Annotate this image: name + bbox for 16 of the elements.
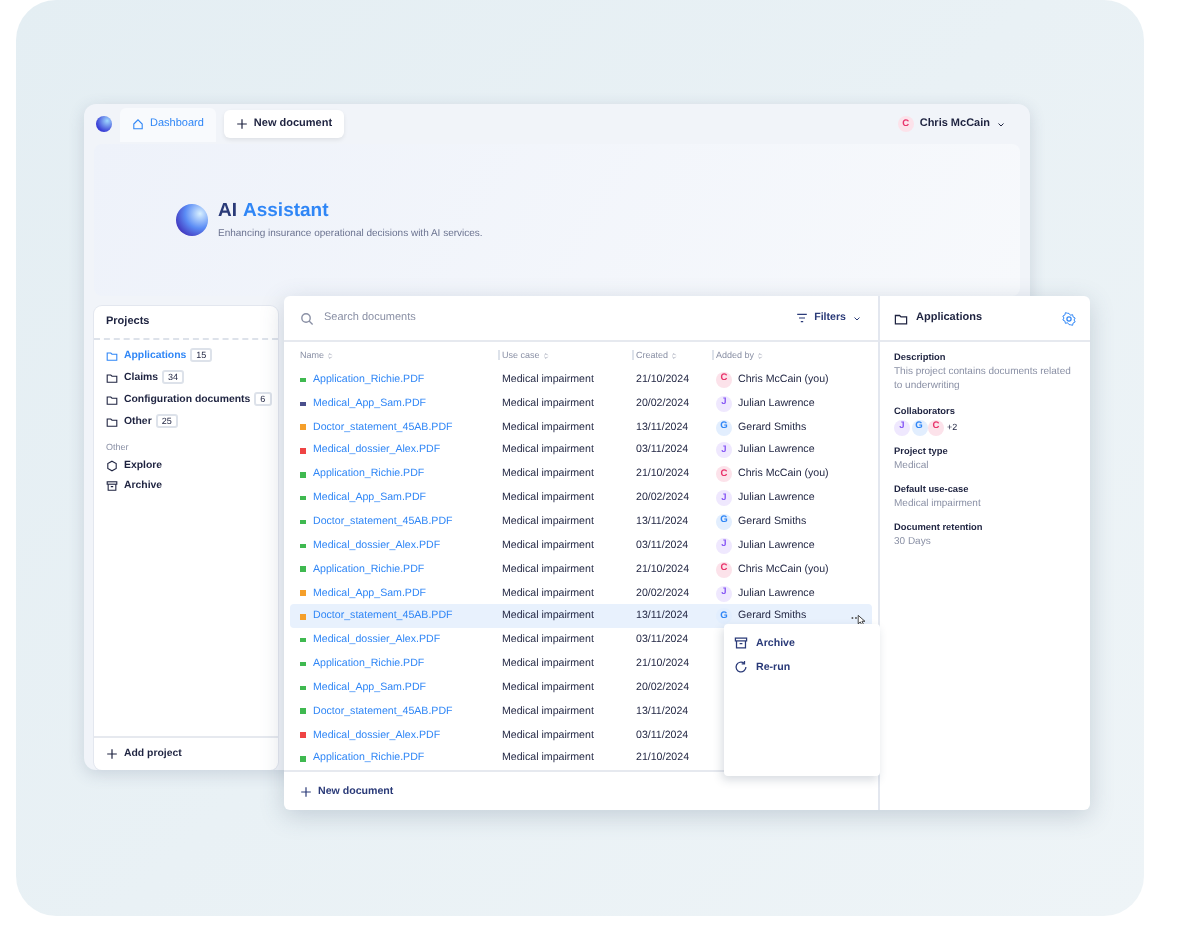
archive-icon (734, 636, 748, 650)
logo-icon (96, 116, 112, 132)
plus-icon (106, 748, 118, 760)
orb-icon (176, 204, 208, 236)
plus-icon (235, 118, 248, 130)
explore-icon (106, 460, 118, 472)
search-icon (300, 311, 314, 325)
hero-title: AI (218, 200, 237, 222)
folder-icon (894, 311, 908, 325)
filter-icon (796, 312, 809, 324)
home-icon (132, 118, 144, 130)
hero-title: Assistant (243, 200, 329, 222)
plus-icon (300, 786, 312, 799)
archive-icon (106, 480, 118, 492)
settings-icon[interactable] (1062, 311, 1076, 325)
refresh-icon (734, 660, 748, 674)
